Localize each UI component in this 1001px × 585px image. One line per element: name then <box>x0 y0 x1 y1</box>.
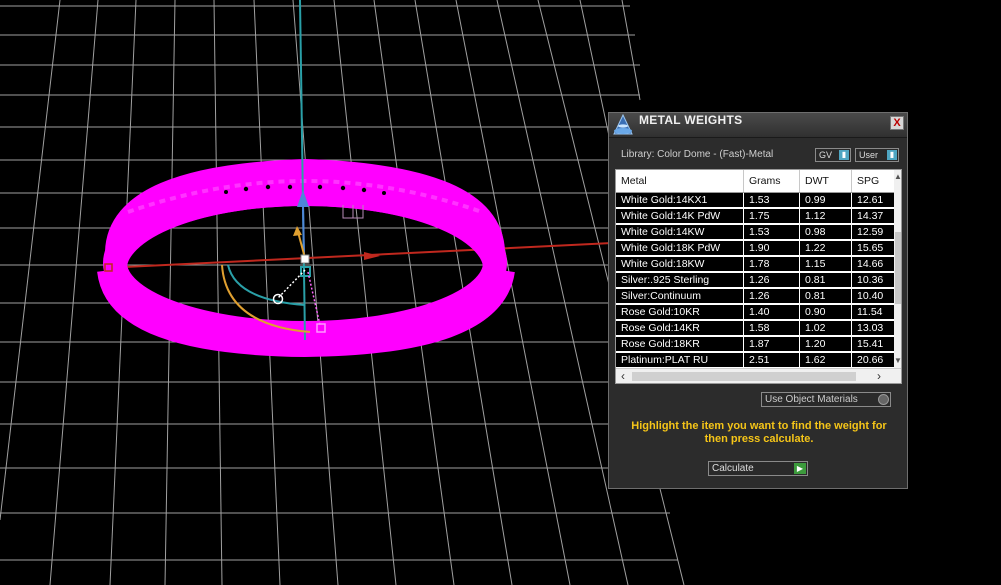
use-object-materials-label: Use Object Materials <box>765 394 858 405</box>
metal-cell: White Gold:14KX1 <box>616 193 744 208</box>
column-header-spg[interactable]: SPG <box>852 170 894 192</box>
column-header-metal[interactable]: Metal <box>616 170 744 192</box>
metal-cell: White Gold:18K PdW <box>616 241 744 256</box>
vertical-scrollbar[interactable]: ▲ ▼ <box>894 170 901 368</box>
table-row[interactable]: White Gold:18K PdW 1.90 1.22 15.65 <box>616 241 894 256</box>
spg-cell: 13.03 <box>857 322 884 334</box>
horizontal-scrollbar[interactable]: ‹ › <box>616 368 901 383</box>
dwt-cell: 0.99 <box>800 193 852 208</box>
library-label: Library: Color Dome - (Fast)-Metal <box>621 149 774 160</box>
grams-cell: 1.53 <box>744 193 800 208</box>
scroll-up-icon[interactable]: ▲ <box>894 172 901 182</box>
scroll-thumb[interactable] <box>895 232 901 304</box>
user-toggle[interactable]: User ▮ <box>855 148 899 162</box>
column-header-dwt[interactable]: DWT <box>800 170 852 192</box>
x-axis-arrow-icon[interactable] <box>364 252 380 260</box>
table-row[interactable]: Silver:Continuum 1.26 0.81 10.40 <box>616 289 894 304</box>
spg-cell: 10.36 <box>857 274 884 286</box>
metal-cell: Rose Gold:10KR <box>616 305 744 320</box>
grams-cell: 1.90 <box>744 241 800 256</box>
use-object-materials-toggle[interactable]: Use Object Materials <box>761 392 891 407</box>
table-row[interactable]: White Gold:18KW 1.78 1.15 14.66 <box>616 257 894 272</box>
scroll-right-icon[interactable]: › <box>872 369 886 383</box>
metal-cell: Silver:Continuum <box>616 289 744 304</box>
dwt-cell: 1.20 <box>800 337 852 352</box>
gv-toggle[interactable]: GV ▮ <box>815 148 851 162</box>
dwt-cell: 1.12 <box>800 209 852 224</box>
spg-cell: 14.66 <box>857 258 884 270</box>
metal-cell: White Gold:18KW <box>616 257 744 272</box>
column-header-grams[interactable]: Grams <box>744 170 800 192</box>
spg-cell: 11.54 <box>857 306 883 318</box>
dwt-cell: 1.15 <box>800 257 852 272</box>
scroll-down-icon[interactable]: ▼ <box>894 356 901 366</box>
spg-cell: 12.61 <box>857 194 884 206</box>
dwt-cell: 0.81 <box>800 289 852 304</box>
instruction-text: Highlight the item you want to find the … <box>631 420 887 445</box>
spg-cell: 12.59 <box>857 226 884 238</box>
calculate-label: Calculate <box>712 463 754 474</box>
table-row[interactable]: Rose Gold:18KR 1.87 1.20 15.41 <box>616 337 894 352</box>
gv-toggle-label: GV <box>819 150 833 160</box>
radio-icon <box>878 394 889 405</box>
table-row[interactable]: Platinum:PLAT RU 2.51 1.62 20.66 <box>616 353 894 368</box>
table-row[interactable]: Rose Gold:14KR 1.58 1.02 13.03 <box>616 321 894 336</box>
grams-cell: 1.75 <box>744 209 800 224</box>
table-header: Metal Grams DWT SPG <box>616 170 894 193</box>
spg-cell: 15.65 <box>857 242 884 254</box>
panel-titlebar[interactable]: METAL WEIGHTS X <box>609 113 907 138</box>
table-row[interactable]: Silver:.925 Sterling 1.26 0.81 10.36 <box>616 273 894 288</box>
metal-cell: Platinum:PLAT RU <box>616 353 744 368</box>
dwt-cell: 1.22 <box>800 241 852 256</box>
metal-cell: Rose Gold:14KR <box>616 321 744 336</box>
table-row[interactable]: White Gold:14KW 1.53 0.98 12.59 <box>616 225 894 240</box>
x-axis <box>104 242 613 269</box>
table-row[interactable]: Rose Gold:10KR 1.40 0.90 11.54 <box>616 305 894 320</box>
toggle-knob-icon: ▮ <box>887 150 897 160</box>
dwt-cell: 0.81 <box>800 273 852 288</box>
rhino-logo-icon <box>613 114 633 135</box>
spg-cell: 15.41 <box>857 338 884 350</box>
close-button[interactable]: X <box>890 116 904 130</box>
metal-weights-panel: METAL WEIGHTS X Library: Color Dome - (F… <box>608 112 908 489</box>
user-toggle-label: User <box>859 150 879 160</box>
spg-cell: 14.37 <box>857 210 884 222</box>
spg-cell: 20.66 <box>857 354 884 366</box>
grams-cell: 2.51 <box>744 353 800 368</box>
dwt-cell: 1.02 <box>800 321 852 336</box>
scroll-left-icon[interactable]: ‹ <box>616 369 630 383</box>
grams-cell: 1.58 <box>744 321 800 336</box>
toggle-knob-icon: ▮ <box>839 150 849 160</box>
grams-cell: 1.40 <box>744 305 800 320</box>
metal-cell: White Gold:14KW <box>616 225 744 240</box>
dwt-cell: 0.90 <box>800 305 852 320</box>
grams-cell: 1.26 <box>744 289 800 304</box>
metal-table[interactable]: Metal Grams DWT SPG White Gold:14KX1 1.53… <box>615 169 902 384</box>
table-row[interactable]: White Gold:14K PdW 1.75 1.12 14.37 <box>616 209 894 224</box>
spg-cell: 10.40 <box>857 290 884 302</box>
panel-title: METAL WEIGHTS <box>639 113 743 127</box>
grams-cell: 1.78 <box>744 257 800 272</box>
scroll-thumb[interactable] <box>632 372 856 381</box>
metal-cell: Rose Gold:18KR <box>616 337 744 352</box>
metal-cell: Silver:.925 Sterling <box>616 273 744 288</box>
table-row[interactable]: White Gold:14KX1 1.53 0.99 12.61 <box>616 193 894 208</box>
grams-cell: 1.53 <box>744 225 800 240</box>
calculate-button[interactable]: Calculate ▶ <box>708 461 808 476</box>
metal-cell: White Gold:14K PdW <box>616 209 744 224</box>
perspective-grid <box>0 0 685 585</box>
play-arrow-icon: ▶ <box>794 463 806 474</box>
dwt-cell: 0.98 <box>800 225 852 240</box>
grams-cell: 1.87 <box>744 337 800 352</box>
grams-cell: 1.26 <box>744 273 800 288</box>
dwt-cell: 1.62 <box>800 353 852 368</box>
